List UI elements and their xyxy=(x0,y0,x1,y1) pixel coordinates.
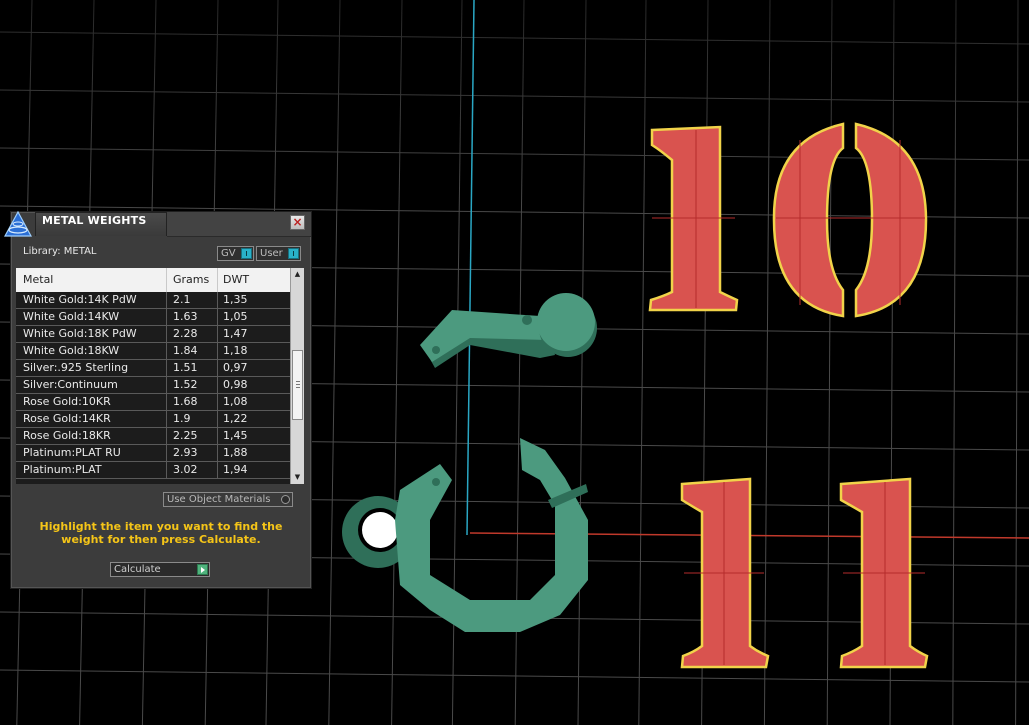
user-toggle-label: User xyxy=(260,248,283,259)
dwt-cell: 1,22 xyxy=(223,412,248,425)
panel-header: METAL WEIGHTS × xyxy=(3,210,311,238)
table-row[interactable]: Platinum:PLAT 3.02 1,94 xyxy=(16,462,290,479)
grams-cell: 1.68 xyxy=(173,395,198,408)
radio-icon xyxy=(281,495,290,504)
dwt-cell: 1,08 xyxy=(223,395,248,408)
table-row[interactable]: White Gold:14KW 1.63 1,05 xyxy=(16,309,290,326)
table-row[interactable]: Rose Gold:10KR 1.68 1,08 xyxy=(16,394,290,411)
metal-cell: White Gold:14KW xyxy=(23,310,120,323)
gv-toggle[interactable]: GV xyxy=(217,246,254,261)
dwt-cell: 1,94 xyxy=(223,463,248,476)
toggle-switch-icon xyxy=(241,248,252,259)
close-button[interactable]: × xyxy=(290,215,305,230)
table-row[interactable]: Rose Gold:18KR 2.25 1,45 xyxy=(16,428,290,445)
table-row[interactable]: White Gold:18K PdW 2.28 1,47 xyxy=(16,326,290,343)
dwt-cell: 1,18 xyxy=(223,344,248,357)
scroll-down-icon[interactable]: ▼ xyxy=(291,471,304,483)
play-arrow-icon xyxy=(197,564,208,575)
grams-cell: 1.84 xyxy=(173,344,198,357)
use-object-materials-label: Use Object Materials xyxy=(167,494,271,505)
user-toggle[interactable]: User xyxy=(256,246,301,261)
metal-cell: Rose Gold:14KR xyxy=(23,412,111,425)
use-object-materials-option[interactable]: Use Object Materials xyxy=(163,492,293,507)
metal-cell: Rose Gold:10KR xyxy=(23,395,111,408)
table-scrollbar[interactable]: ▲ ▼ xyxy=(290,268,304,484)
column-header-dwt[interactable]: DWT xyxy=(223,273,249,286)
table-row[interactable]: Platinum:PLAT RU 2.93 1,88 xyxy=(16,445,290,462)
toggle-switch-icon xyxy=(288,248,299,259)
metal-cell: Platinum:PLAT xyxy=(23,463,102,476)
table-header: Metal Grams DWT xyxy=(16,268,290,292)
metal-table[interactable]: Metal Grams DWT White Gold:14K PdW 2.1 1,3… xyxy=(16,268,304,484)
app-logo-icon xyxy=(3,210,33,237)
column-header-grams[interactable]: Grams xyxy=(173,273,209,286)
table-row[interactable]: Rose Gold:14KR 1.9 1,22 xyxy=(16,411,290,428)
gv-toggle-label: GV xyxy=(221,248,236,259)
grams-cell: 1.63 xyxy=(173,310,198,323)
calculate-label: Calculate xyxy=(114,564,161,575)
metal-cell: Silver:Continuum xyxy=(23,378,118,391)
library-label: Library: METAL xyxy=(23,246,97,257)
dwt-cell: 1,47 xyxy=(223,327,248,340)
metal-weights-panel: METAL WEIGHTS × Library: METAL GV User M… xyxy=(3,210,312,589)
table-row[interactable]: White Gold:14K PdW 2.1 1,35 xyxy=(16,292,290,309)
grams-cell: 2.25 xyxy=(173,429,198,442)
table-row[interactable]: White Gold:18KW 1.84 1,18 xyxy=(16,343,290,360)
grams-cell: 1.9 xyxy=(173,412,191,425)
scroll-thumb[interactable] xyxy=(292,350,303,420)
metal-cell: White Gold:18K PdW xyxy=(23,327,137,340)
column-header-metal[interactable]: Metal xyxy=(23,273,53,286)
dwt-cell: 0,97 xyxy=(223,361,248,374)
dwt-cell: 1,35 xyxy=(223,293,248,306)
grams-cell: 2.93 xyxy=(173,446,198,459)
dwt-cell: 0,98 xyxy=(223,378,248,391)
grams-cell: 2.1 xyxy=(173,293,191,306)
metal-cell: White Gold:18KW xyxy=(23,344,120,357)
dwt-cell: 1,05 xyxy=(223,310,248,323)
metal-cell: Silver:.925 Sterling xyxy=(23,361,129,374)
scroll-up-icon[interactable]: ▲ xyxy=(291,268,304,280)
metal-cell: Platinum:PLAT RU xyxy=(23,446,121,459)
grams-cell: 1.51 xyxy=(173,361,198,374)
table-row[interactable]: Silver:.925 Sterling 1.51 0,97 xyxy=(16,360,290,377)
grams-cell: 2.28 xyxy=(173,327,198,340)
grams-cell: 3.02 xyxy=(173,463,198,476)
table-row[interactable]: Silver:Continuum 1.52 0,98 xyxy=(16,377,290,394)
instructions-text: Highlight the item you want to find the … xyxy=(39,520,283,546)
dwt-cell: 1,88 xyxy=(223,446,248,459)
table-body: White Gold:14K PdW 2.1 1,35 White Gold:14KW… xyxy=(16,292,290,479)
panel-title: METAL WEIGHTS xyxy=(35,212,167,236)
metal-cell: Rose Gold:18KR xyxy=(23,429,111,442)
metal-cell: White Gold:14K PdW xyxy=(23,293,137,306)
calculate-button[interactable]: Calculate xyxy=(110,562,210,577)
dwt-cell: 1,45 xyxy=(223,429,248,442)
grams-cell: 1.52 xyxy=(173,378,198,391)
